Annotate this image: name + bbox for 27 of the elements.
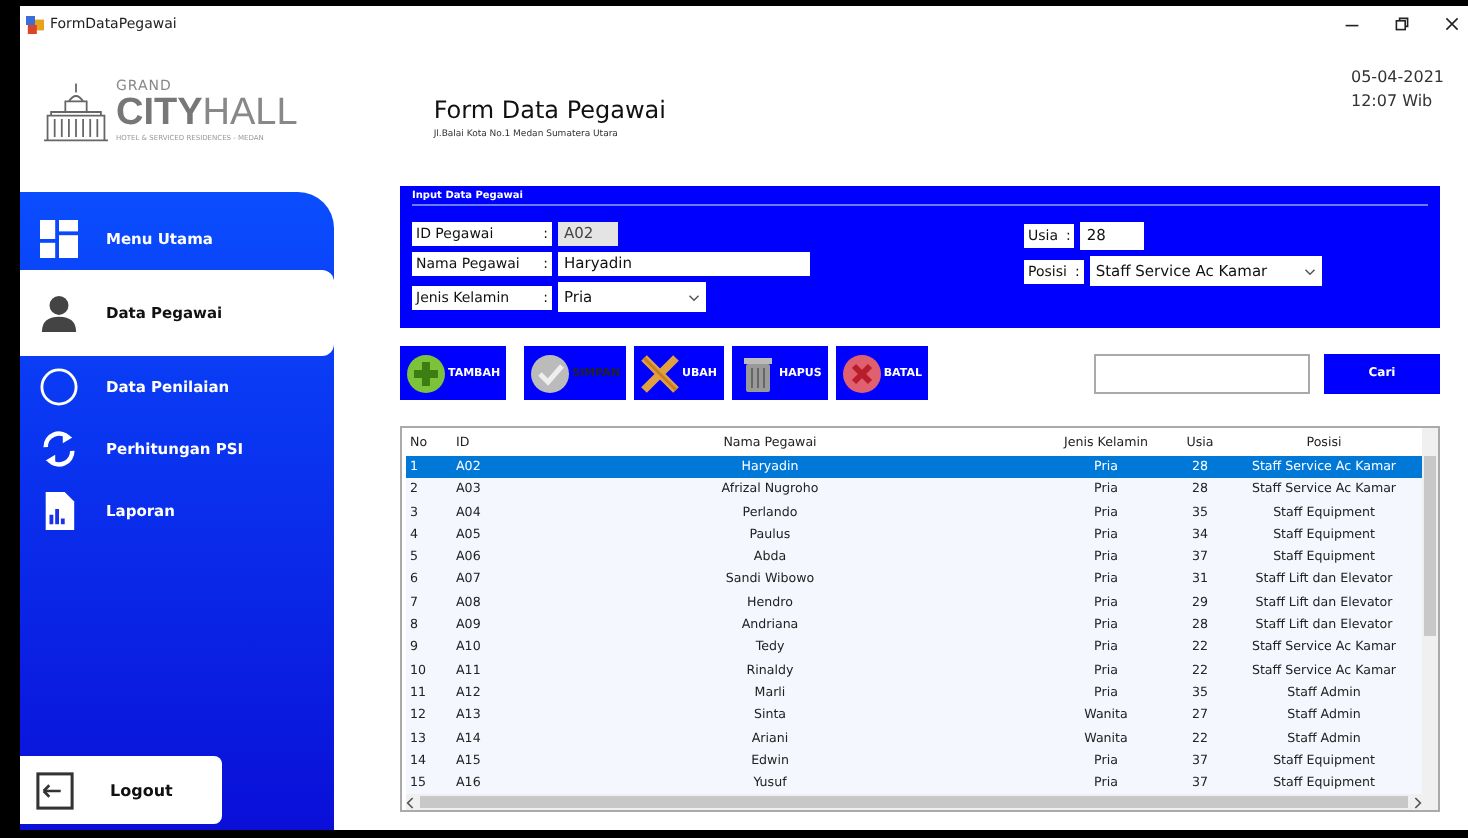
caret-icon xyxy=(1303,267,1316,275)
logo-light-text: HALL xyxy=(202,94,298,134)
scroll-left-icon[interactable] xyxy=(406,795,416,810)
plus-icon xyxy=(406,353,446,393)
app-icon xyxy=(26,15,44,33)
report-icon xyxy=(40,492,78,530)
scroll-right-icon[interactable] xyxy=(1412,795,1422,810)
pencil-cross-icon xyxy=(639,353,680,393)
form-title: Form Data Pegawai xyxy=(433,96,666,124)
person-icon xyxy=(40,294,78,332)
restore-icon[interactable] xyxy=(1394,16,1410,32)
circle-icon xyxy=(40,368,78,406)
logo-bold-text: CITY xyxy=(116,94,203,134)
cancel-icon xyxy=(841,353,882,393)
check-icon xyxy=(530,353,571,393)
building-icon xyxy=(40,79,112,143)
exit-icon xyxy=(36,771,74,809)
date-text: 05-04-2021 xyxy=(1351,68,1444,86)
horizontal-scrollbar[interactable] xyxy=(406,794,1422,810)
close-icon[interactable] xyxy=(1444,16,1460,32)
refresh-icon xyxy=(40,430,78,468)
vertical-scrollbar[interactable] xyxy=(1422,428,1438,810)
grid-icon xyxy=(40,220,78,258)
search-field[interactable] xyxy=(1094,353,1310,393)
logout-button[interactable]: Logout xyxy=(20,756,222,824)
caret-icon xyxy=(688,293,700,301)
time-text: 12:07 Wib xyxy=(1351,92,1435,110)
